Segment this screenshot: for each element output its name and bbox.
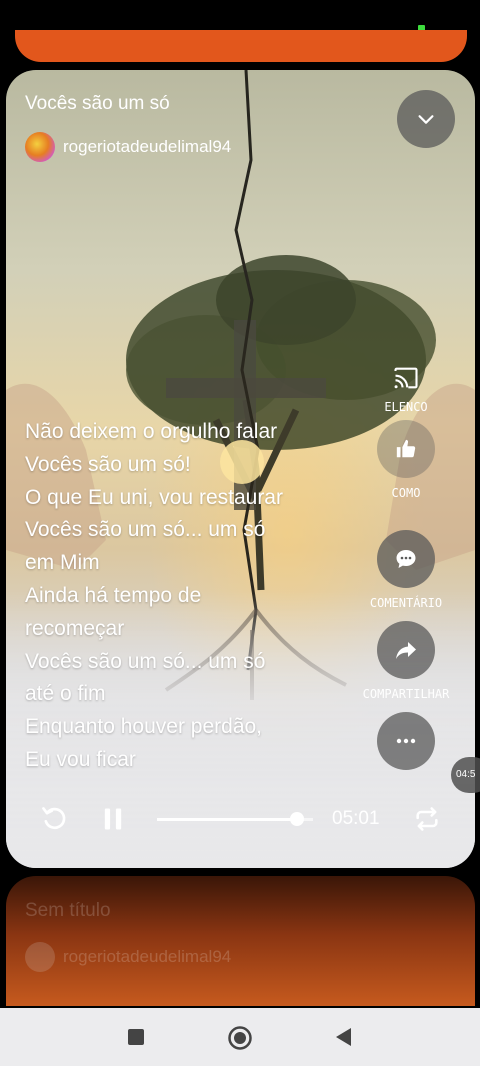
lyric-line: Vocês são um só! bbox=[25, 452, 191, 476]
lyrics: Não deixem o orgulho falar Vocês são um … bbox=[25, 416, 365, 777]
collapse-button[interactable] bbox=[397, 90, 455, 148]
comment-label: COMENTÁRIO bbox=[369, 596, 443, 610]
thumbs-up-icon bbox=[396, 439, 416, 458]
next-author-row: rogeriotadeudelimal94 bbox=[25, 942, 231, 972]
cast-icon bbox=[394, 367, 418, 389]
avatar[interactable] bbox=[25, 132, 55, 162]
lyric-line: O que Eu uni, vou restaurar bbox=[25, 485, 283, 509]
next-author-name: rogeriotadeudelimal94 bbox=[63, 947, 232, 966]
recents-icon[interactable] bbox=[126, 1027, 146, 1047]
back-icon[interactable] bbox=[334, 1027, 354, 1047]
share-icon bbox=[396, 642, 416, 659]
progress-knob[interactable] bbox=[290, 812, 305, 826]
more-icon bbox=[396, 738, 416, 744]
lyric-line: Ainda há tempo de bbox=[25, 583, 202, 607]
lyric-line: Vocês são um só... um só bbox=[25, 518, 266, 542]
next-title: Sem título bbox=[25, 900, 111, 921]
like-label: COMO bbox=[391, 486, 421, 500]
lyric-line: até o fim bbox=[25, 682, 106, 706]
cast-button[interactable]: ELENCO bbox=[341, 360, 471, 414]
progress-slider[interactable] bbox=[157, 812, 313, 826]
player-card: Vocês são um só rogeriotadeudelimal94 Nã… bbox=[6, 70, 475, 868]
previous-card-peek[interactable] bbox=[15, 30, 467, 62]
pause-icon[interactable] bbox=[99, 805, 127, 833]
lyric-line: Não deixem o orgulho falar bbox=[25, 420, 278, 443]
side-timer-badge[interactable]: 04:5 bbox=[451, 757, 480, 793]
lyric-line: Vocês são um só... um só bbox=[25, 649, 266, 673]
author-row[interactable]: rogeriotadeudelimal94 bbox=[25, 132, 231, 162]
like-button[interactable]: COMO bbox=[341, 420, 471, 500]
comment-button[interactable]: COMENTÁRIO bbox=[341, 530, 471, 610]
cast-label: ELENCO bbox=[384, 400, 428, 414]
lyric-line: Eu vou ficar bbox=[25, 747, 136, 771]
lyric-line: recomeçar bbox=[25, 616, 125, 640]
repeat-icon[interactable] bbox=[413, 805, 441, 833]
progress-fill bbox=[157, 818, 298, 821]
next-card[interactable]: Sem título rogeriotadeudelimal94 bbox=[6, 876, 475, 1006]
avatar bbox=[25, 942, 55, 972]
playback-controls: 05:01 bbox=[6, 805, 475, 835]
lyric-line: em Mim bbox=[25, 551, 100, 575]
share-label: COMPARTILHAR bbox=[362, 687, 450, 701]
share-button[interactable]: COMPARTILHAR bbox=[341, 621, 471, 701]
lyric-line: Enquanto houver perdão, bbox=[25, 715, 263, 739]
comment-icon bbox=[396, 550, 416, 568]
more-button[interactable] bbox=[341, 712, 471, 770]
author-name[interactable]: rogeriotadeudelimal94 bbox=[63, 137, 231, 157]
song-title: Vocês são um só bbox=[25, 93, 170, 114]
home-icon[interactable] bbox=[227, 1025, 253, 1051]
duration-label: 05:01 bbox=[332, 808, 380, 829]
replay-icon[interactable] bbox=[40, 805, 68, 833]
chevron-down-icon bbox=[418, 115, 434, 124]
navigation-bar bbox=[0, 1008, 480, 1066]
